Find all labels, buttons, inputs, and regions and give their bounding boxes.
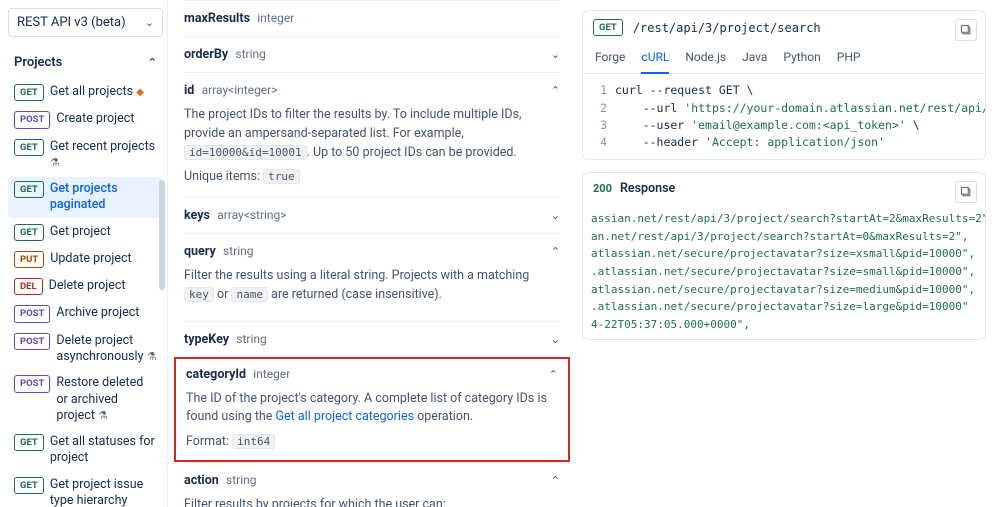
sidebar-item[interactable]: GET Get recent projects ⚗ xyxy=(8,135,163,176)
method-badge: GET xyxy=(593,19,623,36)
api-version-selector[interactable]: REST API v3 (beta)⌄ xyxy=(8,8,163,37)
main-content: maxResults integer orderBy string⌄ id ar… xyxy=(168,0,576,507)
nav-label: Get all projects ◆ xyxy=(50,84,157,100)
method-badge: DEL xyxy=(14,278,43,295)
param-keys: keys array<string>⌄ xyxy=(184,197,560,233)
method-badge: GET xyxy=(14,477,44,494)
method-badge: GET xyxy=(14,84,44,101)
nav-label: Get project issue type hierarchy xyxy=(50,477,157,507)
param-typekey: typeKey string⌄ xyxy=(184,321,560,357)
sidebar-item[interactable]: POST Archive project xyxy=(8,301,163,326)
response-label: Response xyxy=(620,181,675,196)
endpoint-path: /rest/api/3/project/search xyxy=(633,21,821,35)
link-get-all-categories[interactable]: Get all project categories xyxy=(276,409,415,424)
response-body: assian.net/rest/api/3/project/search?sta… xyxy=(583,204,985,339)
nav-label: Get projects paginated xyxy=(50,181,157,214)
sidebar-item[interactable]: GET Get all projects ◆ xyxy=(8,80,163,105)
method-badge: GET xyxy=(14,434,44,451)
sidebar-item[interactable]: POST Delete project asynchronously ⚗ xyxy=(8,329,163,370)
tab-node.js[interactable]: Node.js xyxy=(685,44,726,73)
status-code: 200 xyxy=(593,182,612,195)
method-badge: PUT xyxy=(14,251,44,268)
method-badge: POST xyxy=(14,305,50,322)
tab-curl[interactable]: cURL xyxy=(641,44,669,74)
method-badge: POST xyxy=(14,333,50,350)
nav-label: Update project xyxy=(50,251,157,267)
chevron-up-icon: ⌃ xyxy=(551,84,560,97)
chevron-down-icon: ⌄ xyxy=(551,209,560,222)
nav-label: Delete project xyxy=(49,278,157,294)
nav-label: Get all statuses for project xyxy=(50,434,157,467)
method-badge: POST xyxy=(14,111,50,128)
nav-label: Archive project xyxy=(56,305,157,321)
flask-icon: ⚗ xyxy=(50,156,60,169)
sidebar-item[interactable]: PUT Update project xyxy=(8,247,163,272)
sidebar-item[interactable]: GET Get project issue type hierarchy xyxy=(8,473,163,507)
method-badge: GET xyxy=(14,181,44,198)
param-id: id array<integer>⌃ The project IDs to fi… xyxy=(184,72,560,197)
request-box: GET /rest/api/3/project/search Forge cURL… xyxy=(582,10,986,160)
tab-java[interactable]: Java xyxy=(742,44,767,73)
language-tabs: Forge cURL Node.js Java Python PHP xyxy=(583,44,985,74)
chevron-down-icon: ⌄ xyxy=(551,48,560,61)
param-orderby: orderBy string⌄ xyxy=(184,36,560,72)
chevron-up-icon: ⌃ xyxy=(148,56,157,69)
param-categoryid: categoryId integer⌃ The ID of the projec… xyxy=(174,357,570,462)
deprecated-icon: ◆ xyxy=(136,87,144,98)
sidebar-item[interactable]: GET Get all statuses for project xyxy=(8,430,163,471)
sidebar-section-projects[interactable]: Projects⌃ xyxy=(8,51,163,74)
request-code: 1curl --request GET \2 --url 'https://yo… xyxy=(583,74,985,159)
sidebar-item[interactable]: POST Restore deleted or archived project … xyxy=(8,371,163,428)
chevron-down-icon: ⌄ xyxy=(145,16,154,29)
method-badge: GET xyxy=(14,224,44,241)
chevron-up-icon: ⌃ xyxy=(551,245,560,258)
nav-label: Delete project asynchronously ⚗ xyxy=(56,333,157,366)
sidebar-item[interactable]: POST Create project xyxy=(8,107,163,132)
nav-label: Restore deleted or archived project ⚗ xyxy=(56,375,157,424)
param-maxresults: maxResults integer xyxy=(184,0,560,36)
chevron-down-icon: ⌄ xyxy=(551,333,560,346)
tab-python[interactable]: Python xyxy=(783,44,820,73)
flask-icon: ⚗ xyxy=(147,350,157,363)
chevron-up-icon: ⌃ xyxy=(549,368,558,381)
code-panel: GET /rest/api/3/project/search Forge cURL… xyxy=(576,0,996,507)
chevron-up-icon: ⌃ xyxy=(551,474,560,487)
flask-icon: ⚗ xyxy=(98,409,108,422)
sidebar: REST API v3 (beta)⌄ Projects⌃ GET Get all… xyxy=(0,0,168,507)
method-badge: POST xyxy=(14,375,50,392)
nav-label: Get project xyxy=(50,224,157,240)
nav-label: Get recent projects ⚗ xyxy=(50,139,157,172)
copy-button[interactable] xyxy=(955,181,977,203)
nav-label: Create project xyxy=(56,111,157,127)
copy-button[interactable] xyxy=(955,19,977,41)
method-badge: GET xyxy=(14,139,44,156)
param-action: action string⌃ Filter results by project… xyxy=(184,462,560,507)
sidebar-item[interactable]: GET Get project xyxy=(8,220,163,245)
param-query: query string⌃ Filter the results using a… xyxy=(184,233,560,321)
sidebar-item[interactable]: DEL Delete project xyxy=(8,274,163,299)
tab-forge[interactable]: Forge xyxy=(595,44,625,73)
tab-php[interactable]: PHP xyxy=(837,44,861,73)
response-box: 200 Response assian.net/rest/api/3/proje… xyxy=(582,172,986,340)
sidebar-item[interactable]: GET Get projects paginated xyxy=(8,177,163,218)
